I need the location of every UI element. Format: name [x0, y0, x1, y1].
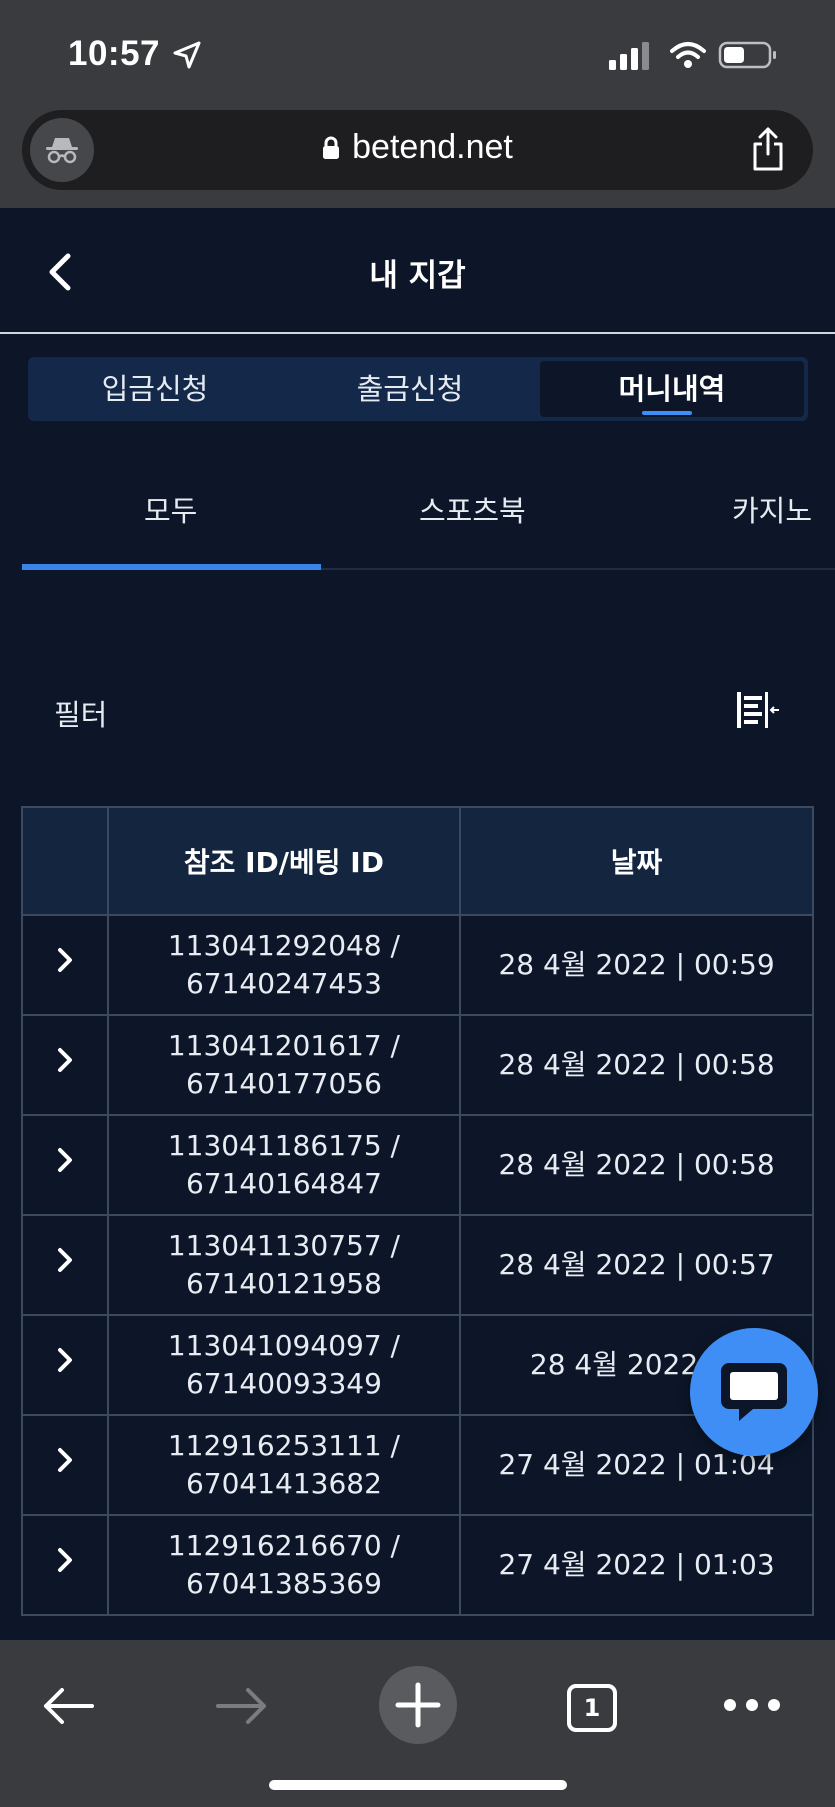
new-tab-button[interactable]	[379, 1666, 457, 1744]
chevron-right-icon[interactable]	[55, 1045, 75, 1075]
row-expand-cell[interactable]	[21, 1214, 109, 1316]
date-cell: 28 4월 2022 | 00:59	[459, 914, 814, 1016]
table-row[interactable]: 113041201617 / 67140177056 28 4월 2022 | 0…	[21, 1014, 814, 1116]
status-time: 10:57	[68, 34, 161, 73]
home-indicator	[269, 1780, 567, 1790]
row-expand-cell[interactable]	[21, 1314, 109, 1416]
filter-toggle-icon[interactable]	[735, 688, 781, 732]
reference-id: 113041186175 /	[167, 1129, 400, 1162]
row-expand-cell[interactable]	[21, 1414, 109, 1516]
chevron-right-icon[interactable]	[55, 1345, 75, 1375]
row-expand-cell[interactable]	[21, 914, 109, 1016]
bet-id: 67041413682	[185, 1467, 382, 1500]
reference-cell: 113041094097 / 67140093349	[106, 1314, 462, 1416]
table-row[interactable]: 113041130757 / 67140121958 28 4월 2022 | 0…	[21, 1214, 814, 1316]
reference-id: 113041094097 /	[167, 1329, 400, 1362]
bet-id: 67140121958	[185, 1267, 382, 1300]
arrow-right-icon[interactable]	[214, 1684, 270, 1728]
reference-cell: 113041292048 / 67140247453	[106, 914, 462, 1016]
table-row[interactable]: 113041292048 / 67140247453 28 4월 2022 | 0…	[21, 914, 814, 1016]
bet-id: 67140093349	[185, 1367, 382, 1400]
tab-money-history[interactable]: 머니내역	[540, 361, 804, 417]
page-title: 내 지갑	[369, 258, 466, 294]
arrow-left-icon[interactable]	[40, 1684, 96, 1728]
chat-bubble-icon	[721, 1363, 787, 1421]
reference-id: 113041292048 /	[167, 929, 400, 962]
more-options-icon[interactable]	[722, 1695, 782, 1715]
status-bar: 10:57	[0, 0, 835, 104]
location-arrow-icon	[173, 41, 201, 69]
table-row[interactable]: 112916253111 /67041413682 27 4월 2022 | 0…	[21, 1414, 814, 1516]
header-reference-id: 참조 ID/베팅 ID	[106, 806, 462, 916]
address-bar[interactable]: betend.net	[22, 110, 813, 190]
tab-withdraw-request[interactable]: 출금신청	[283, 361, 537, 417]
header-expand	[21, 806, 109, 916]
table-row[interactable]: 112916216670 / 67041385369 27 4월 2022 | 0…	[21, 1514, 814, 1616]
table-header-row: 참조 ID/베팅 ID 날짜	[21, 806, 814, 916]
date-cell: 27 4월 2022 | 01:03	[459, 1514, 814, 1616]
category-tab-all[interactable]: 모두	[144, 488, 197, 530]
reference-id: 113041201617 /	[167, 1029, 400, 1062]
reference-id: 113041130757 /	[167, 1229, 400, 1262]
chevron-right-icon[interactable]	[55, 945, 75, 975]
bet-id: 67041385369	[185, 1567, 382, 1600]
reference-id: 112916253111 /	[167, 1429, 400, 1462]
filter-label: 필터	[54, 698, 108, 732]
chevron-right-icon[interactable]	[55, 1545, 75, 1575]
row-expand-cell[interactable]	[21, 1014, 109, 1116]
reference-cell: 112916216670 / 67041385369	[106, 1514, 462, 1616]
row-expand-cell[interactable]	[21, 1514, 109, 1616]
bet-id: 67140164847	[185, 1167, 382, 1200]
bet-id: 67140247453	[185, 967, 382, 1000]
date-cell: 28 4월 2022 | 00:58	[459, 1114, 814, 1216]
reference-cell: 113041130757 / 67140121958	[106, 1214, 462, 1316]
tab-money-history-label: 머니내역	[618, 372, 726, 406]
tab-deposit-request[interactable]: 입금신청	[28, 361, 282, 417]
category-tabs: 모두 스포츠북 카지노	[22, 460, 835, 570]
category-active-indicator	[22, 564, 321, 570]
chevron-right-icon[interactable]	[55, 1445, 75, 1475]
cellular-signal-icon	[609, 42, 649, 70]
share-icon[interactable]	[749, 126, 787, 172]
bet-id: 67140177056	[185, 1067, 382, 1100]
wallet-tabs: 입금신청 출금신청 머니내역	[28, 357, 808, 421]
reference-cell: 113041201617 / 67140177056	[106, 1014, 462, 1116]
tab-switcher-button[interactable]: 1	[567, 1684, 617, 1732]
wifi-icon	[670, 42, 706, 68]
lock-icon	[323, 136, 340, 159]
browser-toolbar: 1	[0, 1640, 835, 1807]
reference-id: 112916216670 /	[167, 1529, 400, 1562]
active-tab-indicator	[642, 411, 692, 415]
live-chat-button[interactable]	[690, 1328, 818, 1456]
chevron-right-icon[interactable]	[55, 1145, 75, 1175]
url-text: betend.net	[352, 128, 513, 166]
transaction-table: 참조 ID/베팅 ID 날짜 113041292048 / 67140247453…	[21, 806, 814, 1616]
date-cell: 28 4월 2022 | 00:57	[459, 1214, 814, 1316]
chevron-right-icon[interactable]	[55, 1245, 75, 1275]
browser-url-area: betend.net	[0, 104, 835, 208]
url-display[interactable]: betend.net	[22, 128, 813, 167]
header-date: 날짜	[459, 806, 814, 916]
plus-icon	[395, 1682, 441, 1728]
reference-cell: 112916253111 / 67041413682	[106, 1414, 462, 1516]
row-expand-cell[interactable]	[21, 1114, 109, 1216]
date-cell: 28 4월 2022 | 00:58	[459, 1014, 814, 1116]
category-tab-sportsbook[interactable]: 스포츠북	[419, 488, 526, 530]
battery-icon	[718, 41, 776, 69]
page-header: 내 지갑	[0, 208, 835, 334]
category-tab-casino[interactable]: 카지노	[732, 488, 812, 530]
reference-cell: 113041186175 / 67140164847	[106, 1114, 462, 1216]
table-row[interactable]: 113041186175 / 67140164847 28 4월 2022 | 0…	[21, 1114, 814, 1216]
